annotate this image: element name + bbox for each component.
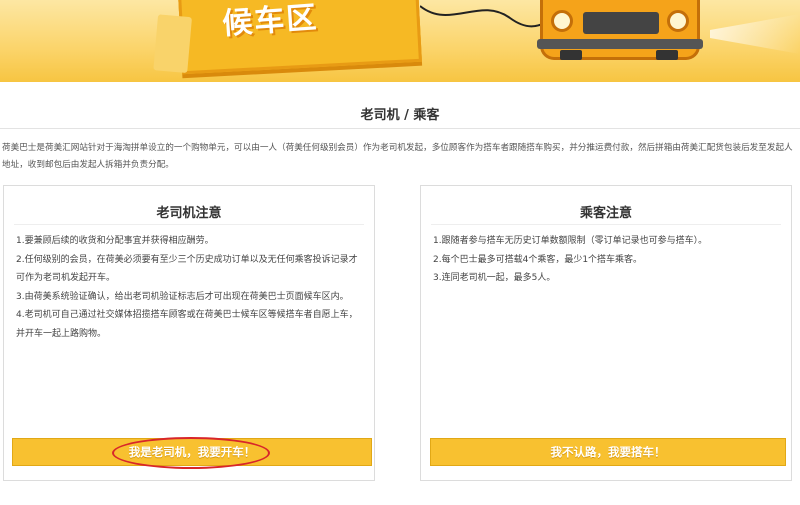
- section-title: 老司机 / 乘客: [360, 108, 440, 123]
- headlight-icon: [551, 10, 573, 32]
- bus-grille: [583, 12, 659, 34]
- driver-notice-card: 老司机注意 1.要兼顾后续的收货和分配事宜并获得相应酬劳。 2.任何级别的会员，…: [3, 185, 375, 481]
- passenger-card-title: 乘客注意: [579, 206, 632, 221]
- hero-banner: 候车区: [0, 0, 800, 82]
- divider: [431, 224, 781, 225]
- driver-card-title: 老司机注意: [156, 206, 222, 221]
- intro-paragraph: 荷美巴士是荷美汇网站针对于海淘拼单设立的一个购物单元，可以由一人（荷美任何级别会…: [2, 143, 793, 170]
- become-driver-button[interactable]: 我是老司机，我要开车！: [12, 438, 372, 466]
- join-ride-button[interactable]: 我不认路，我要搭车！: [430, 438, 786, 466]
- bus-bumper: [537, 39, 703, 49]
- rule-item: 3.由荷美系统验证确认，给出老司机验证标志后才可出现在荷美巴士页面候车区内。: [16, 291, 349, 302]
- rule-item: 1.要兼顾后续的收货和分配事宜并获得相应酬劳。: [16, 236, 214, 246]
- divider: [14, 224, 364, 225]
- page: 候车区 老司机 / 乘客 荷美巴士是荷美汇网站针对于海淘拼单设立的一个购物单元，…: [0, 0, 800, 505]
- bus-wheel-icon: [560, 50, 582, 60]
- bus-wheel-icon: [656, 50, 678, 60]
- divider: [0, 128, 800, 129]
- rule-item: 2.任何级别的会员，在荷美必须要有至少三个历史成功订单以及无任何乘客投诉记录才可…: [16, 254, 358, 284]
- rule-item: 2.每个巴士最多可搭载4个乘客，最少1个搭车乘客。: [433, 254, 643, 265]
- headlight-icon: [667, 10, 689, 32]
- rule-item: 1.跟随者参与搭车无历史订单数额限制（零订单记录也可参与搭车）。: [433, 236, 708, 246]
- rule-item: 4.老司机可自己通过社交媒体招揽搭车顾客或在荷美巴士候车区等候搭车者自愿上车，并…: [16, 310, 358, 339]
- passenger-notice-card: 乘客注意 1.跟随者参与搭车无历史订单数额限制（零订单记录也可参与搭车）。 2.…: [420, 185, 792, 481]
- rule-item: 3.连同老司机一起，最多5人。: [433, 273, 556, 283]
- driver-rules-list: 1.要兼顾后续的收货和分配事宜并获得相应酬劳。 2.任何级别的会员，在荷美必须要…: [16, 232, 366, 343]
- speed-streak: [710, 14, 800, 54]
- passenger-rules-list: 1.跟随者参与搭车无历史订单数额限制（零订单记录也可参与搭车）。 2.每个巴士最…: [433, 232, 778, 288]
